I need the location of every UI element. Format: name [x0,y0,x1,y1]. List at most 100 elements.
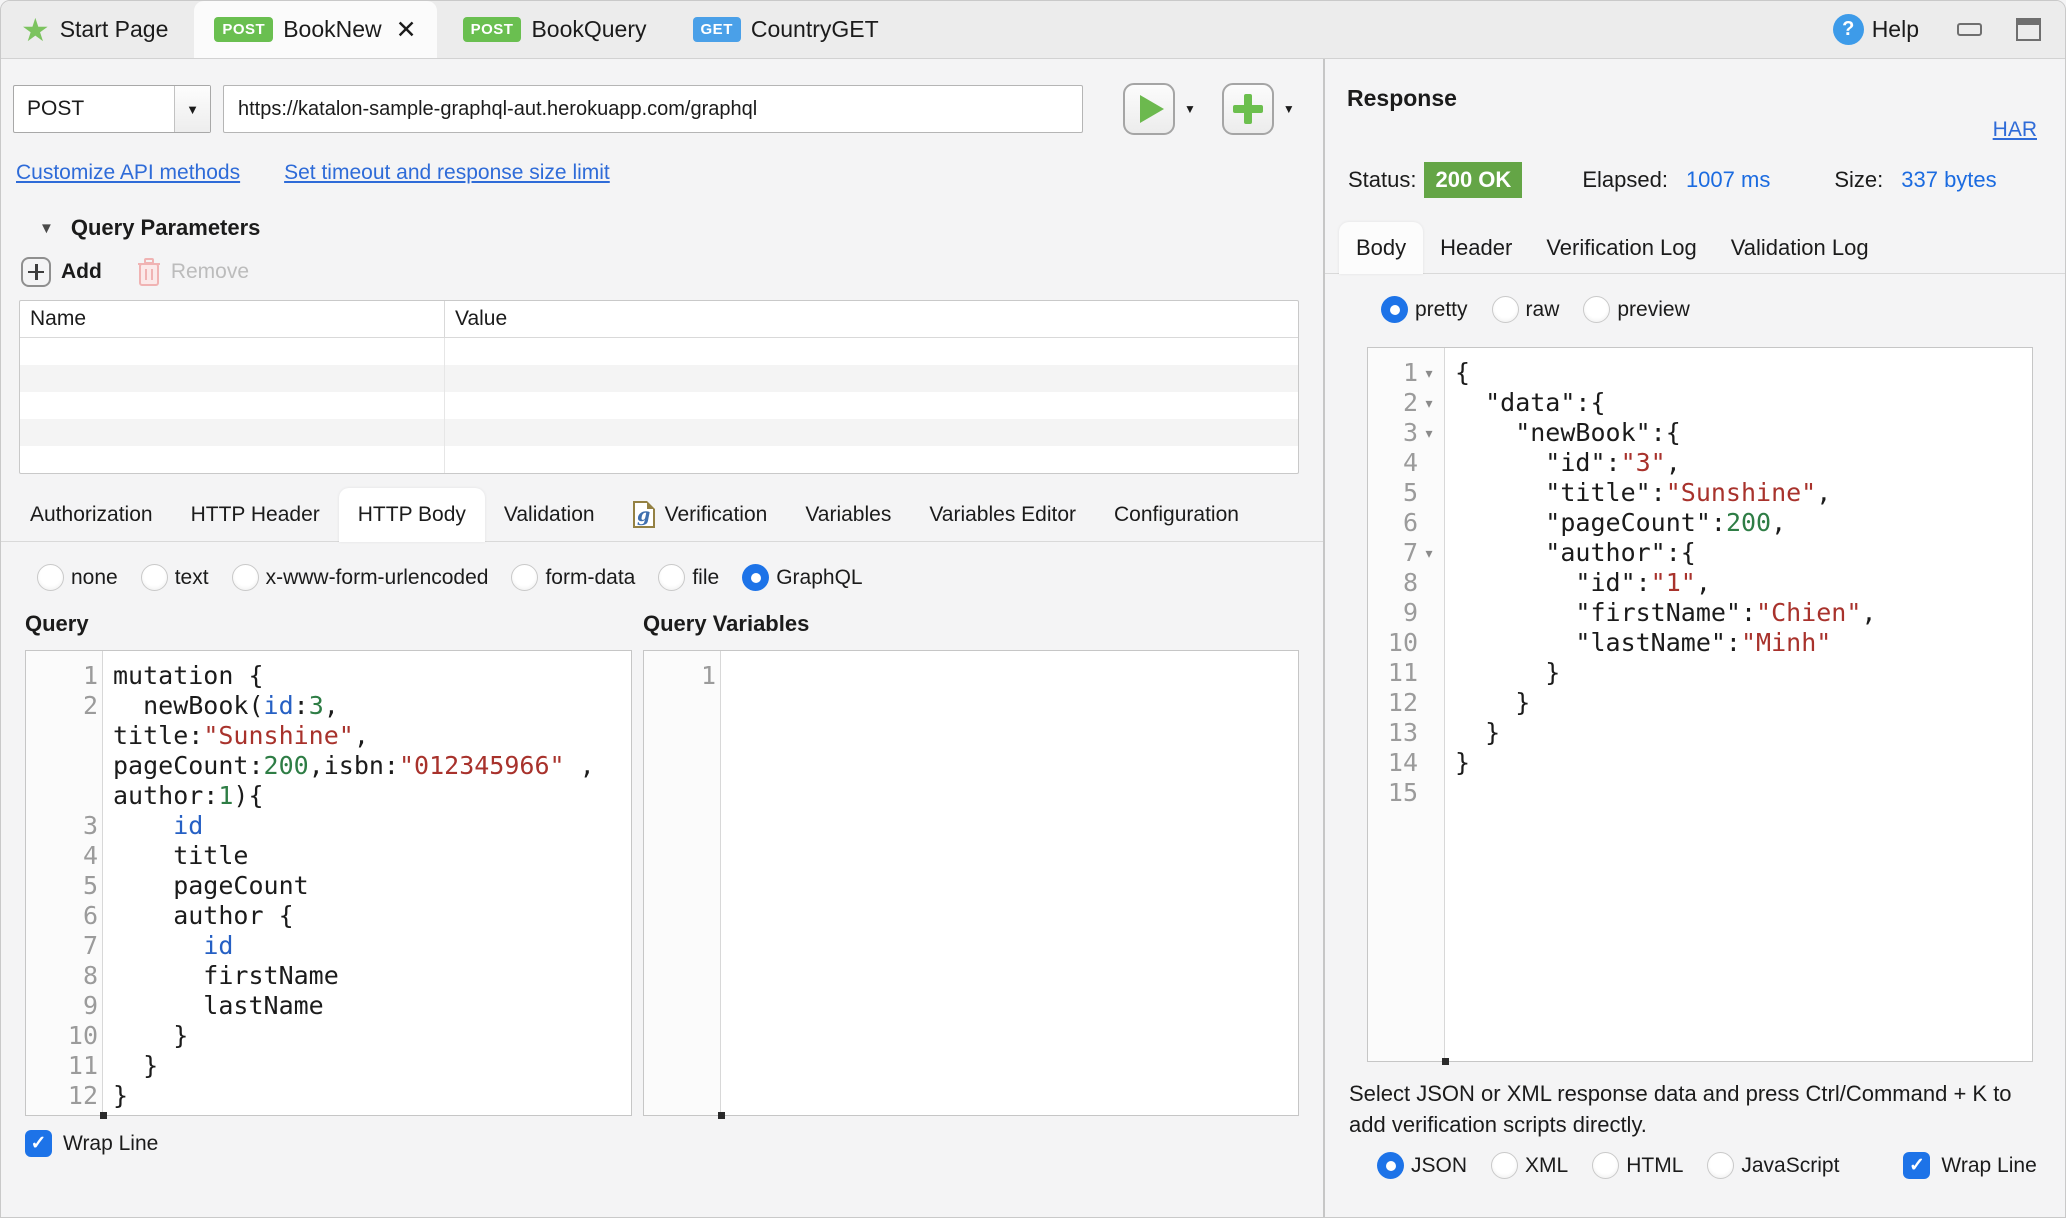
body-type-graphql[interactable]: GraphQL [742,564,863,591]
fold-icon[interactable]: ▾ [1418,388,1440,418]
tab-bookquery[interactable]: POST BookQuery [443,1,667,58]
value-cell[interactable] [445,419,1298,446]
name-cell[interactable] [20,365,445,392]
body-type-form-data[interactable]: form-data [511,564,635,591]
line-number: 1 [26,661,102,691]
radio-icon [658,564,686,591]
code-line: "id":"3", [1455,448,1681,477]
add-dropdown-arrow[interactable]: ▼ [1283,102,1295,116]
trash-icon [137,258,160,286]
add-parameter-button[interactable]: Add [61,260,102,284]
column-header-name[interactable]: Name [20,301,445,337]
table-row[interactable] [20,392,1298,419]
tab-header[interactable]: Header [1423,222,1529,274]
radio-icon [231,564,259,591]
format-xml[interactable]: XML [1491,1152,1568,1179]
resize-grip[interactable] [100,1112,107,1119]
send-dropdown-arrow[interactable]: ▼ [1184,102,1196,116]
tab-verification-log[interactable]: Verification Log [1529,222,1713,274]
value-cell[interactable] [445,338,1298,365]
table-row[interactable] [20,446,1298,473]
tab-verification[interactable]: g Verification [614,488,787,542]
method-select[interactable]: POST ▼ [13,85,211,133]
tab-validation[interactable]: Validation [485,488,614,542]
tab-booknew[interactable]: POST BookNew ✕ [194,1,437,58]
format-javascript[interactable]: JavaScript [1707,1152,1839,1179]
send-button[interactable] [1123,83,1175,135]
resize-grip[interactable] [1442,1058,1449,1065]
table-row[interactable] [20,419,1298,446]
value-cell[interactable] [445,392,1298,419]
code-line: id [203,931,234,960]
query-editor-code[interactable]: mutation { newBook(id:3, title:"Sunshine"… [103,651,631,1115]
column-header-value[interactable]: Value [445,301,1298,337]
wrap-line-toggle[interactable]: ✓ Wrap Line [25,1130,1323,1157]
set-timeout-link[interactable]: Set timeout and response size limit [284,161,610,185]
name-cell[interactable] [20,446,445,473]
tab-start-page[interactable]: ★ Start Page [1,1,188,58]
url-input[interactable] [223,85,1083,133]
body-type-text[interactable]: text [140,564,209,591]
response-body-editor[interactable]: 1 ▾ 2 ▾ 3 ▾ 4 5 6 7 ▾ 8 9 10 11 12 13 14 15 { "data":{ "ne… [1367,347,2033,1065]
name-cell[interactable] [20,419,445,446]
tab-variables-editor[interactable]: Variables Editor [910,488,1095,542]
code-line: } [1455,658,1561,687]
maximize-icon[interactable] [2016,18,2041,41]
query-variables-code[interactable] [721,651,1298,1115]
resize-grip[interactable] [718,1112,725,1119]
fold-icon[interactable]: ▾ [1418,538,1440,568]
add-parameter-icon[interactable] [21,256,51,287]
radio-label: pretty [1415,297,1468,321]
line-number [26,781,102,811]
wrap-line-toggle[interactable]: ✓ Wrap Line [1903,1152,2037,1179]
tab-authorization[interactable]: Authorization [11,488,172,542]
post-method-badge: POST [462,17,522,42]
line-number-value: 15 [1387,778,1418,807]
tab-http-header[interactable]: HTTP Header [172,488,339,542]
remove-parameter-button[interactable]: Remove [136,256,249,287]
radio-label: x-www-form-urlencoded [265,565,489,589]
name-cell[interactable] [20,338,445,365]
query-parameters-title: Query Parameters [70,215,261,240]
view-mode-preview[interactable]: preview [1583,296,1690,323]
tab-validation-log[interactable]: Validation Log [1714,222,1886,274]
query-editor[interactable]: 1 2 3 4 5 6 7 8 9 10 11 12 mutation { newBook(id:3,… [25,650,632,1119]
query-variables-editor[interactable]: 1 [643,650,1299,1119]
table-row[interactable] [20,365,1298,392]
view-mode-raw[interactable]: raw [1491,296,1559,323]
body-type-x-www-form-urlencoded[interactable]: x-www-form-urlencoded [231,564,489,591]
line-number-value: 6 [82,901,98,930]
view-mode-pretty[interactable]: pretty [1381,296,1468,323]
line-number: 11 [1368,658,1444,688]
name-cell[interactable] [20,392,445,419]
query-variables-gutter: 1 [644,651,721,1115]
help-button[interactable]: ? Help [1832,14,1919,45]
collapse-icon[interactable]: ▼ [39,220,54,237]
minimize-icon[interactable] [1957,23,1982,36]
format-html[interactable]: HTML [1592,1152,1683,1179]
response-editor-code[interactable]: { "data":{ "newBook":{ "id":"3", "title"… [1445,348,2032,1061]
add-request-button[interactable] [1221,83,1274,135]
tab-variables[interactable]: Variables [786,488,910,542]
body-type-file[interactable]: file [658,564,719,591]
tab-countryget[interactable]: GET CountryGET [673,1,899,58]
value-cell[interactable] [445,365,1298,392]
radio-icon [1377,1152,1404,1179]
radio-label: text [174,565,209,589]
tab-body[interactable]: Body [1339,221,1424,274]
body-type-none[interactable]: none [37,564,118,591]
table-row[interactable] [20,338,1298,365]
format-json[interactable]: JSON [1377,1152,1467,1179]
line-number-value: 11 [1387,658,1418,687]
har-link[interactable]: HAR [1993,118,2037,141]
customize-api-methods-link[interactable]: Customize API methods [16,161,240,185]
tab-configuration[interactable]: Configuration [1095,488,1258,542]
value-cell[interactable] [445,446,1298,473]
close-tab-icon[interactable]: ✕ [396,15,417,45]
tab-http-body[interactable]: HTTP Body [338,487,485,542]
document-tabs: ★ Start Page POST BookNew ✕ POST BookQuery GET C… [1,1,905,58]
line-number-value: 5 [1402,478,1418,507]
line-number-value: 3 [1402,418,1418,447]
fold-icon[interactable]: ▾ [1418,358,1440,388]
fold-icon[interactable]: ▾ [1418,418,1440,448]
